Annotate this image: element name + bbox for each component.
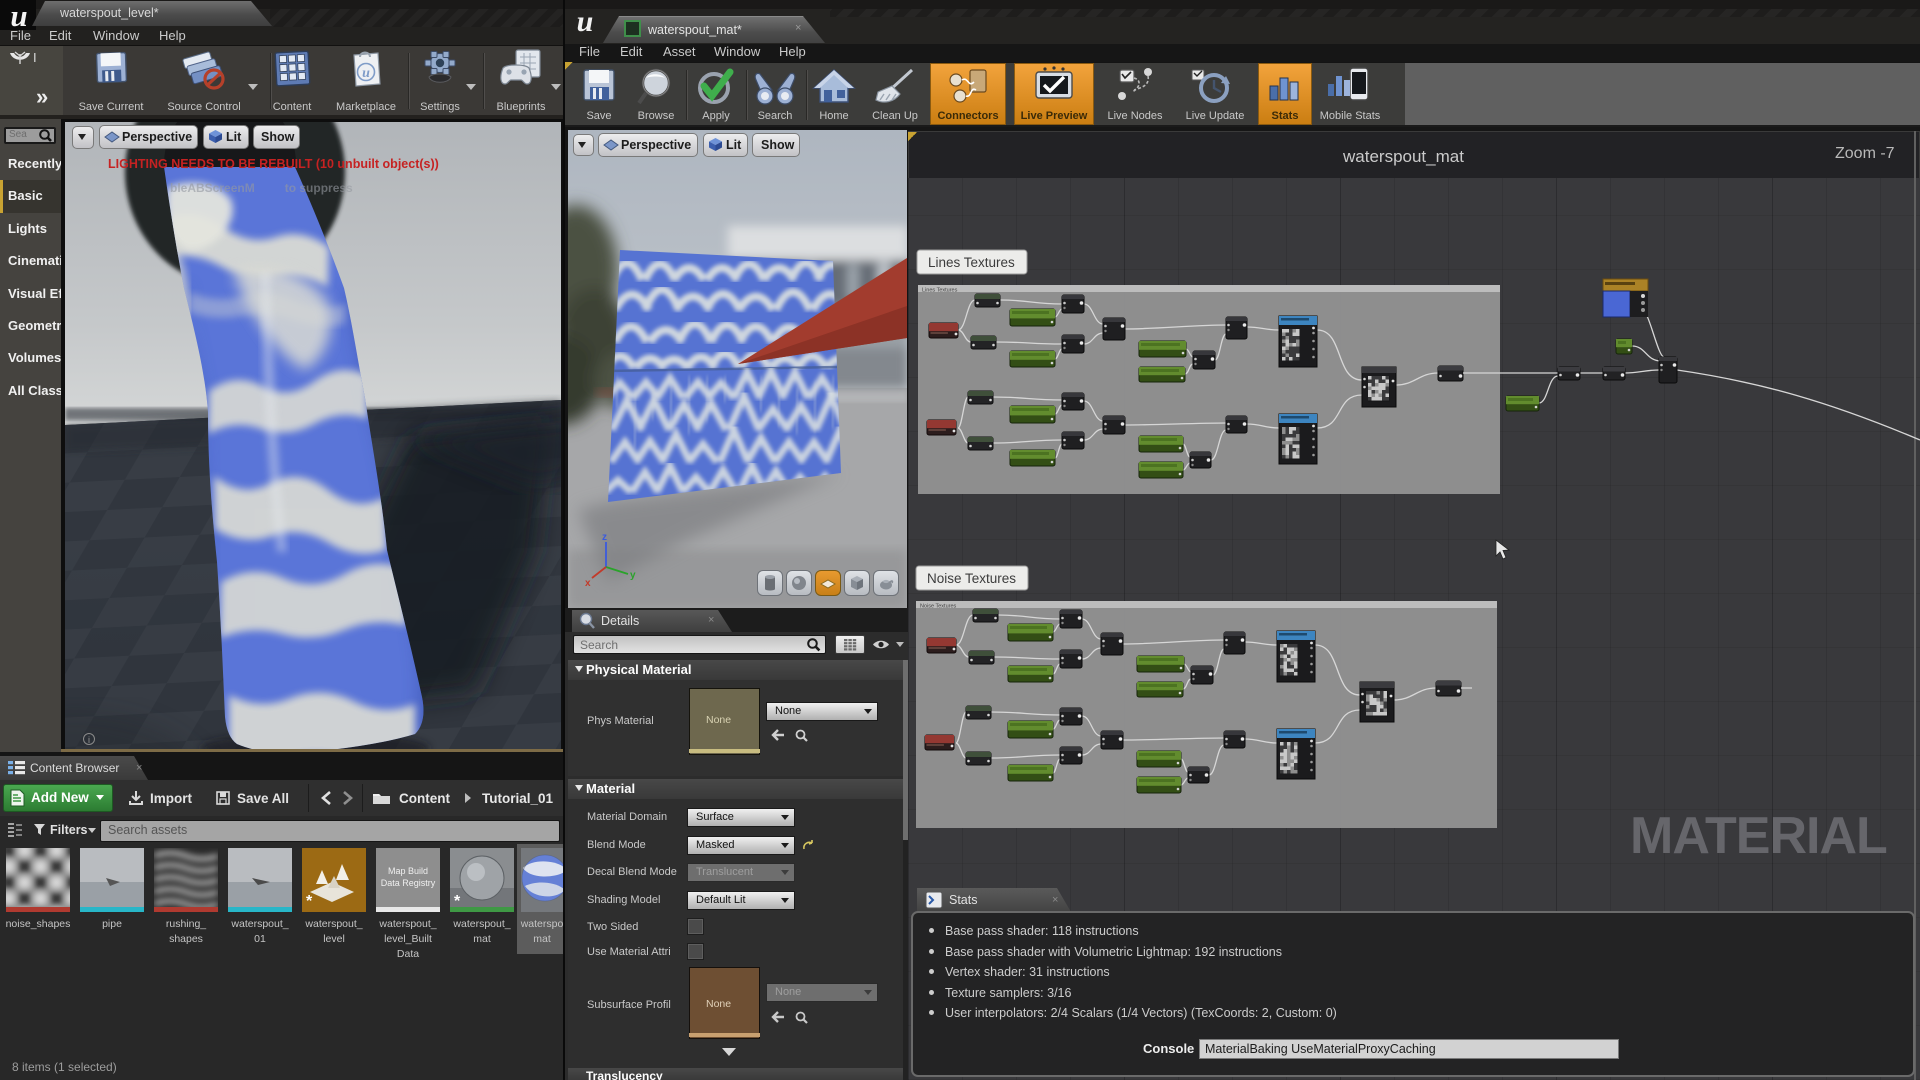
svg-text:Map Build: Map Build [388, 866, 428, 876]
svg-text:z: z [602, 532, 607, 543]
svg-text:y: y [630, 570, 636, 581]
svg-text:*: * [306, 893, 313, 910]
svg-text:Lines Textures: Lines Textures [928, 255, 1015, 270]
svg-text:Noise Textures: Noise Textures [920, 604, 957, 610]
svg-text:Noise Textures: Noise Textures [927, 571, 1016, 586]
svg-text:x: x [585, 578, 591, 589]
svg-text:Lines Textures: Lines Textures [922, 288, 958, 294]
svg-text:u: u [362, 66, 370, 81]
svg-text:Data Registry: Data Registry [381, 878, 436, 888]
